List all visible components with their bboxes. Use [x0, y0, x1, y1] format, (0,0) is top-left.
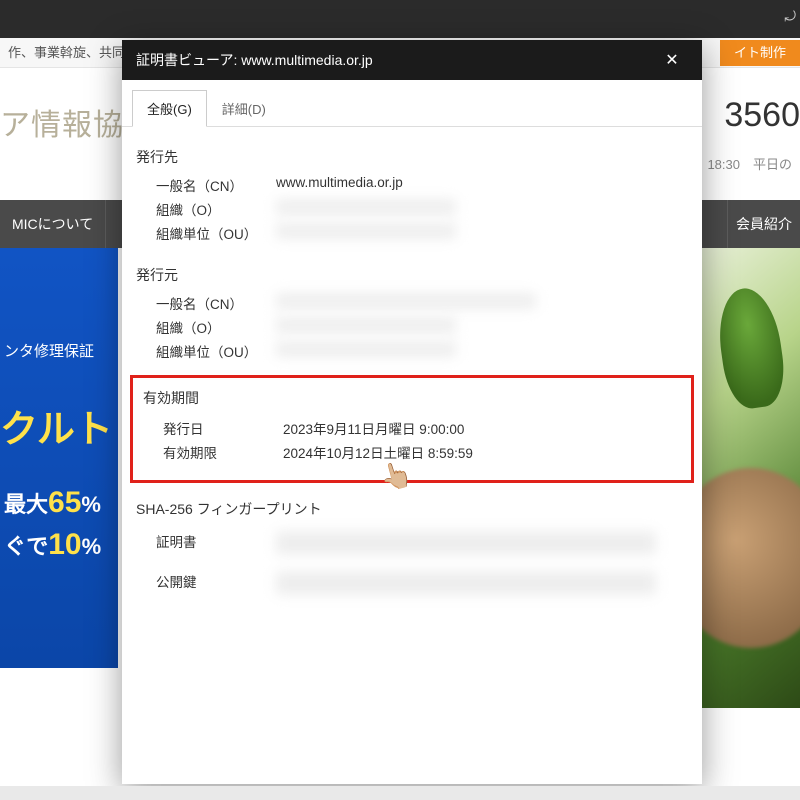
- issued-by-ou-label: 組織単位（OU）: [156, 341, 276, 361]
- site-production-button[interactable]: イト制作: [720, 40, 800, 66]
- sha-pubkey-value-redacted: [276, 571, 656, 595]
- close-icon[interactable]: ✕: [656, 50, 688, 70]
- nav-item-members[interactable]: 会員紹介: [727, 200, 800, 248]
- nav-item-about[interactable]: MICについて: [0, 200, 106, 248]
- hero-subtitle: ンタ修理保証: [4, 340, 94, 361]
- issued-by-o-row: 組織（O）: [156, 317, 692, 337]
- issued-to-o-label: 組織（O）: [156, 199, 276, 219]
- hero-title: クルト: [0, 398, 113, 453]
- issued-by-cn-value-redacted: [276, 293, 536, 309]
- chrome-corner-glyph: ⤾: [784, 8, 796, 25]
- sha-cert-row: 証明書: [156, 531, 692, 555]
- tab-general[interactable]: 全般(G): [132, 90, 207, 127]
- section-validity-title: 有効期間: [143, 388, 685, 408]
- phone-number-fragment: 3560: [724, 96, 800, 135]
- issued-to-ou-value-redacted: [276, 223, 456, 239]
- hero-discount-1-pre: 最大: [4, 492, 48, 517]
- tab-details[interactable]: 詳細(D): [207, 90, 281, 126]
- section-issued-by-title: 発行元: [136, 265, 692, 285]
- issued-by-ou-row: 組織単位（OU）: [156, 341, 692, 361]
- issued-to-cn-row: 一般名（CN） www.multimedia.or.jp: [156, 175, 692, 195]
- issued-date-label: 発行日: [163, 418, 283, 438]
- section-issued-to-title: 発行先: [136, 147, 692, 167]
- sha-cert-label: 証明書: [156, 531, 276, 555]
- issued-by-o-value-redacted: [276, 317, 456, 333]
- hero-discount-2-suf: %: [82, 534, 102, 559]
- sha-cert-value-redacted: [276, 531, 656, 555]
- issued-by-ou-value-redacted: [276, 341, 456, 357]
- issued-by-cn-label: 一般名（CN）: [156, 293, 276, 313]
- validity-period-highlight-box: 有効期間 発行日 2023年9月11日月曜日 9:00:00 有効期限 2024…: [130, 375, 694, 483]
- expires-date-label: 有効期限: [163, 442, 283, 462]
- issued-to-o-value-redacted: [276, 199, 456, 215]
- hero-plant-image: [700, 248, 800, 708]
- dialog-tabs: 全般(G) 詳細(D): [122, 80, 702, 127]
- hero-discount-2-pct: 10: [48, 528, 81, 561]
- hero-discount-1-pct: 65: [48, 486, 81, 519]
- business-hours-fragment: 18:30 平日の: [707, 154, 792, 173]
- hero-discount-1: 最大65%: [4, 486, 101, 520]
- browser-chrome-bar: ⤾: [0, 0, 800, 38]
- certificate-viewer-dialog: 証明書ビューア: www.multimedia.or.jp ✕ 全般(G) 詳細…: [122, 40, 702, 784]
- sha-pubkey-row: 公開鍵: [156, 571, 692, 595]
- hero-discount-2-pre: ぐで: [4, 534, 48, 559]
- hero-discount-2: ぐで10%: [4, 528, 101, 562]
- issued-to-cn-value: www.multimedia.or.jp: [276, 175, 692, 195]
- issued-to-ou-label: 組織単位（OU）: [156, 223, 276, 243]
- issued-date-row: 発行日 2023年9月11日月曜日 9:00:00: [163, 418, 685, 438]
- expires-date-row: 有効期限 2024年10月12日土曜日 8:59:59: [163, 442, 685, 462]
- expires-date-value: 2024年10月12日土曜日 8:59:59: [283, 442, 685, 462]
- dialog-title: 証明書ビューア: www.multimedia.or.jp: [136, 50, 656, 70]
- issued-by-cn-row: 一般名（CN）: [156, 293, 692, 313]
- dialog-body: 発行先 一般名（CN） www.multimedia.or.jp 組織（O） 組…: [122, 127, 702, 784]
- site-logo-fragment: ア情報協: [0, 100, 124, 144]
- sha-pubkey-label: 公開鍵: [156, 571, 276, 595]
- issued-to-cn-label: 一般名（CN）: [156, 175, 276, 195]
- dialog-header: 証明書ビューア: www.multimedia.or.jp ✕: [122, 40, 702, 80]
- issued-to-o-row: 組織（O）: [156, 199, 692, 219]
- issued-to-ou-row: 組織単位（OU）: [156, 223, 692, 243]
- hero-banner: ンタ修理保証 クルト 最大65% ぐで10%: [0, 248, 118, 668]
- screenshot-bottom-edge: [0, 786, 800, 800]
- hero-discount-1-suf: %: [81, 492, 101, 517]
- issued-by-o-label: 組織（O）: [156, 317, 276, 337]
- section-sha-title: SHA-256 フィンガープリント: [136, 499, 692, 519]
- issued-date-value: 2023年9月11日月曜日 9:00:00: [283, 418, 685, 438]
